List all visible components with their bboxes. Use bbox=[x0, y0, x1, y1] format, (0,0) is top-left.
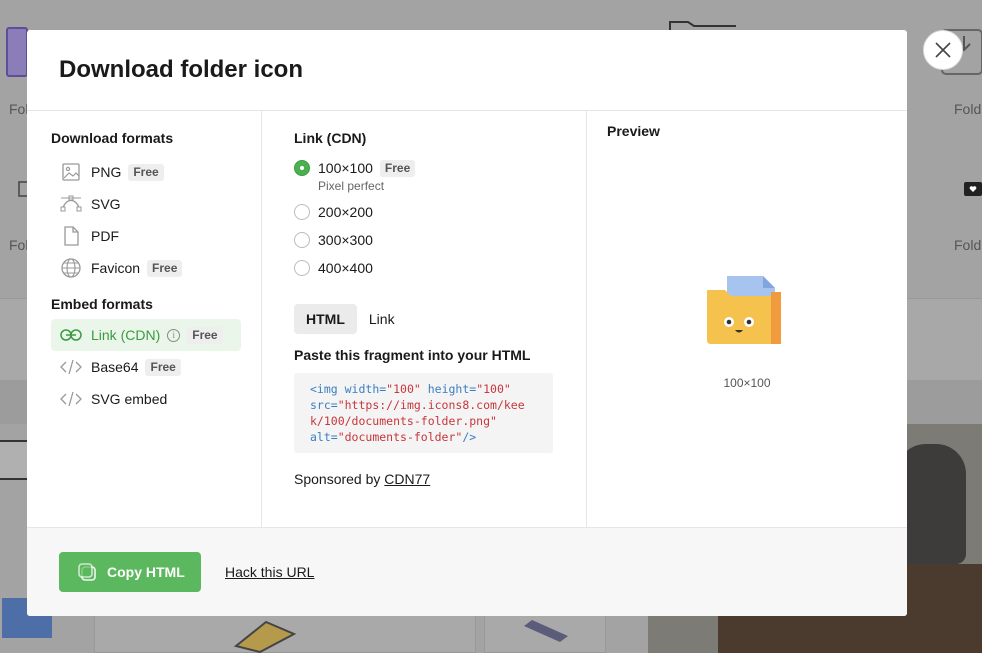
code-token: alt= bbox=[310, 430, 338, 444]
code-token: src= bbox=[310, 398, 338, 412]
code-icon bbox=[59, 355, 83, 379]
divider bbox=[586, 111, 587, 527]
divider bbox=[261, 111, 262, 527]
size-option-100[interactable]: 100×100 Free bbox=[294, 158, 564, 178]
free-badge: Free bbox=[145, 358, 181, 376]
code-token: "100" bbox=[476, 382, 511, 396]
preview-heading: Preview bbox=[607, 123, 660, 139]
modal-title: Download folder icon bbox=[59, 56, 303, 83]
tab-html[interactable]: HTML bbox=[294, 304, 357, 334]
size-label: 200×200 bbox=[318, 204, 373, 220]
documents-folder-icon bbox=[707, 276, 781, 344]
link-icon bbox=[59, 323, 83, 347]
format-label: Base64 bbox=[91, 359, 139, 375]
folder-icon bbox=[233, 620, 297, 653]
sponsor-link[interactable]: CDN77 bbox=[384, 471, 430, 487]
free-badge: Free bbox=[147, 259, 183, 277]
size-label: 400×400 bbox=[318, 260, 373, 276]
format-base64[interactable]: Base64 Free bbox=[51, 351, 241, 383]
format-sidebar: Download formats PNG Free SVG PDF Favico… bbox=[51, 128, 241, 415]
background-icon-label: Fold bbox=[954, 101, 982, 117]
copy-html-label: Copy HTML bbox=[107, 564, 185, 580]
radio-button[interactable] bbox=[294, 204, 310, 220]
download-modal: Download folder icon Download formats PN… bbox=[27, 30, 907, 616]
link-cdn-heading: Link (CDN) bbox=[294, 130, 367, 146]
sponsor-prefix: Sponsored by bbox=[294, 471, 385, 487]
heart-folder-icon bbox=[964, 182, 982, 196]
free-badge: Free bbox=[379, 159, 416, 177]
format-label: PDF bbox=[91, 228, 119, 244]
vector-icon bbox=[59, 192, 83, 216]
code-token: "100" bbox=[386, 382, 421, 396]
code-token: /> bbox=[462, 430, 477, 444]
folder-icon bbox=[524, 620, 568, 642]
code-token: height= bbox=[420, 382, 477, 396]
size-note: Pixel perfect bbox=[318, 179, 385, 193]
embed-formats-heading: Embed formats bbox=[51, 296, 153, 312]
format-png[interactable]: PNG Free bbox=[51, 156, 241, 188]
link-cdn-panel: Link (CDN) 100×100 Free Pixel perfect 20… bbox=[294, 128, 564, 487]
format-label: Link (CDN) bbox=[91, 327, 161, 343]
format-link-cdn[interactable]: Link (CDN) i Free bbox=[51, 319, 241, 351]
info-icon[interactable]: i bbox=[167, 328, 181, 342]
background-icon-label: Fol bbox=[9, 237, 29, 253]
code-token: "documents-folder" bbox=[337, 430, 463, 444]
code-token: "https://img.icons8.com/kee bbox=[337, 398, 525, 412]
size-label: 300×300 bbox=[318, 232, 373, 248]
format-label: SVG bbox=[91, 196, 121, 212]
globe-icon bbox=[59, 256, 83, 280]
size-option-200[interactable]: 200×200 bbox=[294, 202, 564, 222]
format-label: Favicon bbox=[91, 260, 141, 276]
format-label: PNG bbox=[91, 164, 122, 180]
code-token: <img bbox=[310, 382, 345, 396]
folder-icon bbox=[6, 27, 28, 77]
size-option-400[interactable]: 400×400 bbox=[294, 258, 564, 278]
format-label: SVG embed bbox=[91, 391, 168, 407]
code-token: width= bbox=[344, 382, 387, 396]
radio-button[interactable] bbox=[294, 260, 310, 276]
close-button[interactable] bbox=[923, 30, 963, 70]
background-icon-label: Fold bbox=[954, 237, 982, 253]
format-svg[interactable]: SVG bbox=[51, 188, 241, 220]
divider bbox=[27, 110, 907, 111]
format-pdf[interactable]: PDF bbox=[51, 220, 241, 252]
close-icon bbox=[935, 42, 951, 58]
sponsor-line: Sponsored by CDN77 bbox=[294, 471, 564, 487]
free-badge: Free bbox=[128, 163, 164, 181]
radio-button[interactable] bbox=[294, 232, 310, 248]
image-icon bbox=[59, 160, 83, 184]
format-favicon[interactable]: Favicon Free bbox=[51, 252, 241, 284]
size-label: 100×100 bbox=[318, 160, 373, 176]
background-icon-label: Fol bbox=[9, 101, 29, 117]
paste-heading: Paste this fragment into your HTML bbox=[294, 347, 531, 363]
download-formats-heading: Download formats bbox=[51, 130, 174, 146]
folder-icon bbox=[0, 440, 30, 480]
file-icon bbox=[59, 224, 83, 248]
preview-size-label: 100×100 bbox=[723, 376, 771, 390]
tab-link[interactable]: Link bbox=[357, 304, 407, 334]
format-svg-embed[interactable]: SVG embed bbox=[51, 383, 241, 415]
hack-url-link[interactable]: Hack this URL bbox=[225, 564, 314, 580]
embed-tabs: HTML Link bbox=[294, 304, 564, 334]
copy-html-button[interactable]: Copy HTML bbox=[59, 552, 201, 592]
radio-button[interactable] bbox=[294, 160, 310, 176]
code-icon bbox=[59, 387, 83, 411]
size-option-300[interactable]: 300×300 bbox=[294, 230, 564, 250]
free-badge: Free bbox=[187, 326, 223, 344]
copy-icon bbox=[78, 563, 96, 581]
code-snippet[interactable]: <img width="100" height="100" src="https… bbox=[294, 373, 553, 453]
code-token: k/100/documents-folder.png" bbox=[310, 414, 497, 428]
